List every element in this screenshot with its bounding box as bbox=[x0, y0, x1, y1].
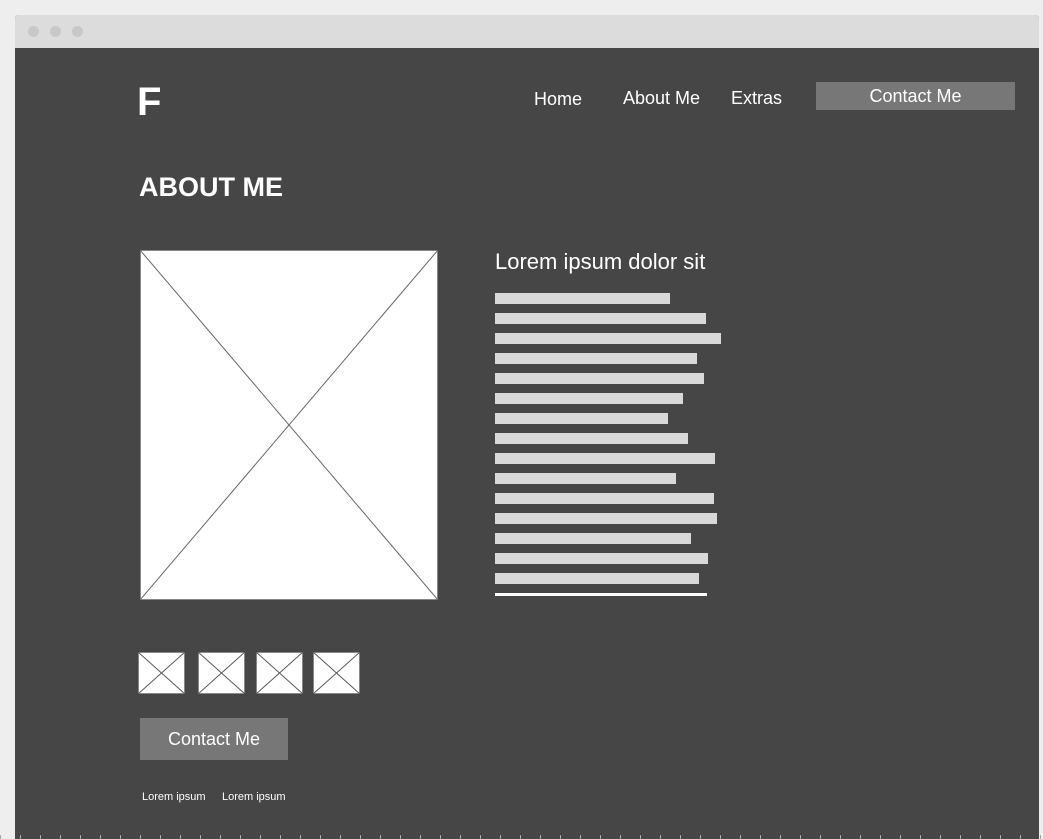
text-line bbox=[495, 593, 707, 596]
window-dot-icon bbox=[28, 26, 39, 37]
nav-item-extras[interactable]: Extras bbox=[731, 88, 782, 109]
image-thumbnail-icon[interactable] bbox=[256, 652, 303, 694]
text-line bbox=[495, 513, 717, 524]
text-line bbox=[495, 333, 721, 344]
site-logo[interactable]: F bbox=[137, 80, 161, 124]
text-line bbox=[495, 313, 706, 324]
text-line bbox=[495, 453, 715, 464]
text-line bbox=[495, 533, 691, 544]
browser-window: F Home About Me Extras Contact Me ABOUT … bbox=[15, 15, 1039, 839]
text-line bbox=[495, 373, 704, 384]
text-line bbox=[495, 393, 683, 404]
image-placeholder-icon bbox=[140, 250, 438, 600]
page-title: ABOUT ME bbox=[139, 172, 283, 202]
window-dot-icon bbox=[50, 26, 61, 37]
image-thumbnail-icon[interactable] bbox=[198, 652, 245, 694]
footer-link[interactable]: Lorem ipsum bbox=[142, 791, 206, 803]
window-titlebar bbox=[15, 15, 1039, 48]
text-line bbox=[495, 573, 699, 584]
text-line bbox=[495, 473, 676, 484]
nav-item-home[interactable]: Home bbox=[534, 89, 582, 110]
contact-me-button[interactable]: Contact Me bbox=[140, 718, 288, 760]
text-line bbox=[495, 413, 668, 424]
body-text-placeholder bbox=[495, 293, 721, 605]
section-subtitle: Lorem ipsum dolor sit bbox=[495, 249, 706, 274]
window-dot-icon bbox=[72, 26, 83, 37]
image-thumbnail-icon[interactable] bbox=[138, 652, 185, 694]
text-line bbox=[495, 293, 670, 304]
text-line bbox=[495, 553, 708, 564]
text-line bbox=[495, 353, 697, 364]
footer-link[interactable]: Lorem ipsum bbox=[222, 791, 286, 803]
nav-contact-button[interactable]: Contact Me bbox=[816, 82, 1015, 110]
bottom-ruler bbox=[0, 835, 1043, 839]
image-thumbnail-icon[interactable] bbox=[313, 652, 360, 694]
nav-item-about-me[interactable]: About Me bbox=[623, 88, 700, 109]
text-line bbox=[495, 493, 714, 504]
text-line bbox=[495, 433, 688, 444]
